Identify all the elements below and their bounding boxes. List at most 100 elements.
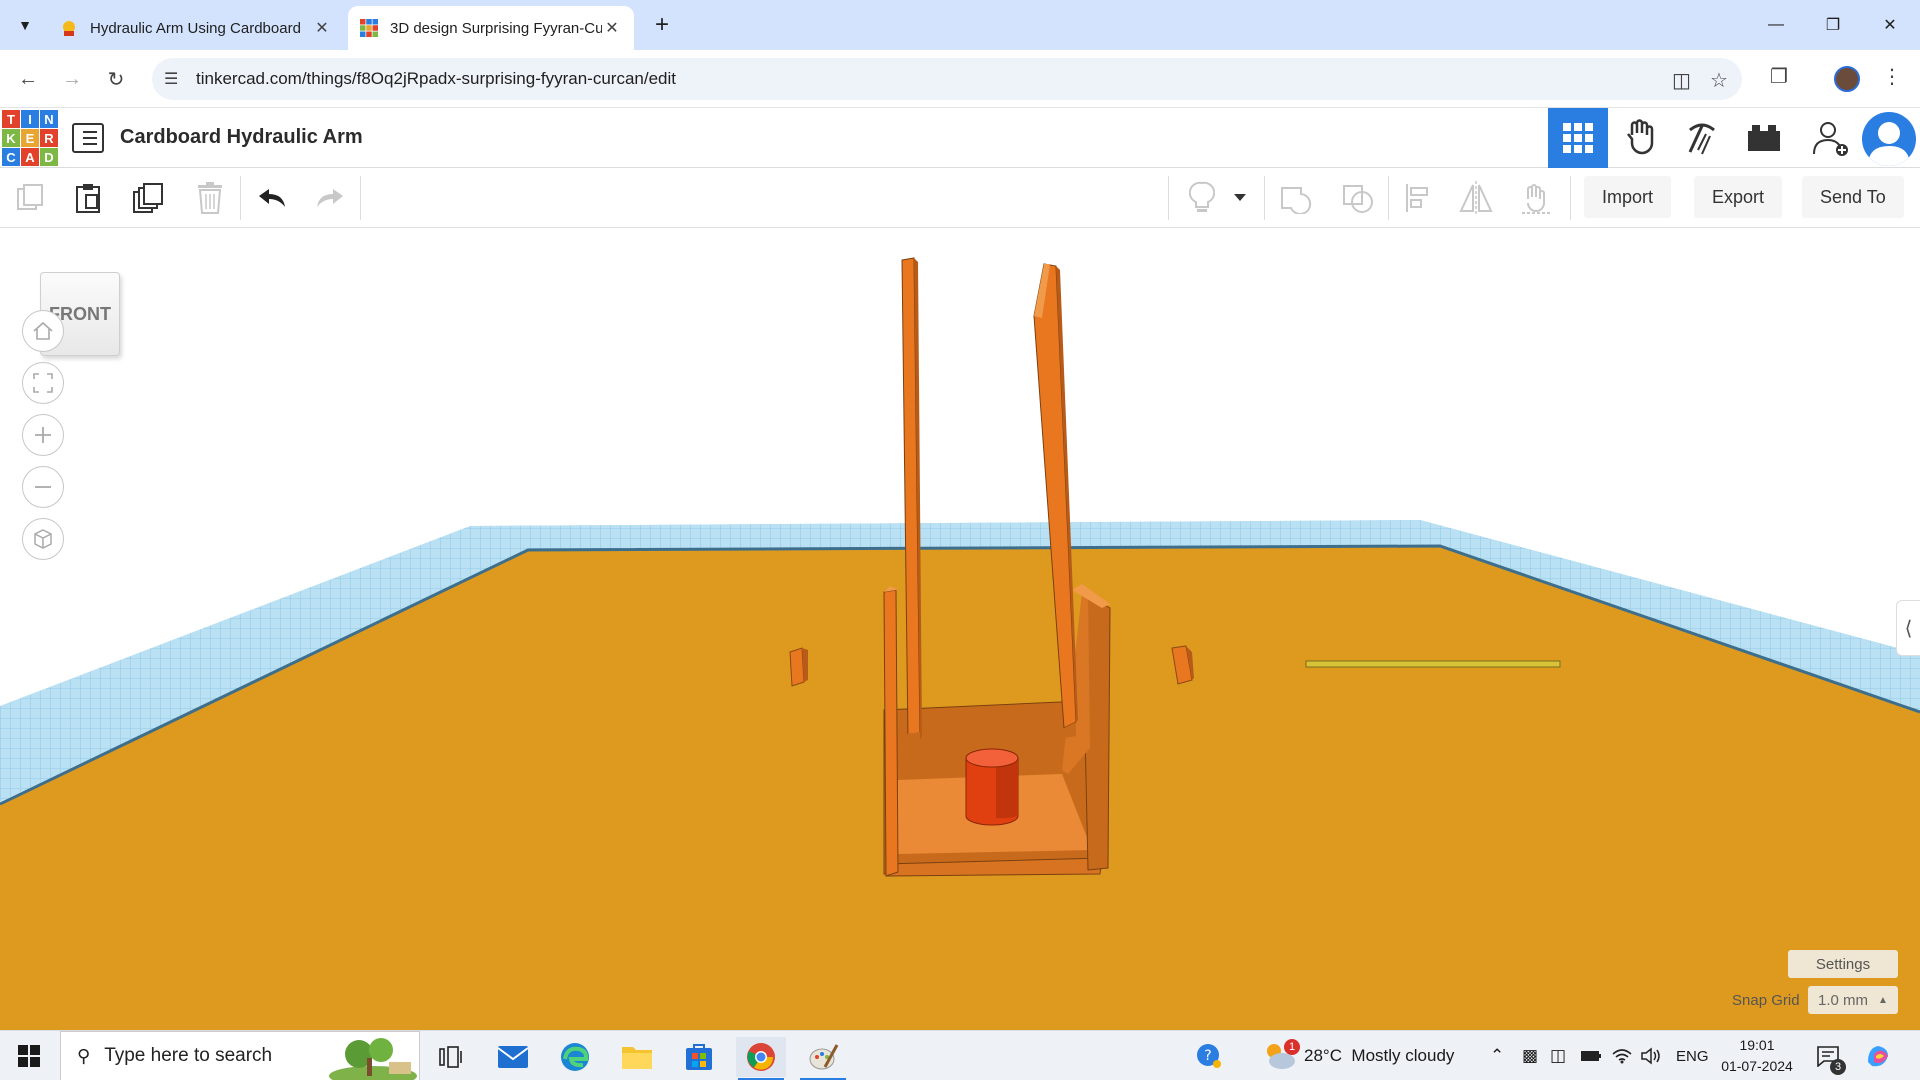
paste-icon[interactable] [70,180,106,216]
perspective-cube-icon[interactable] [22,518,64,560]
design-title[interactable]: Cardboard Hydraulic Arm [120,126,363,149]
volume-icon[interactable] [1640,1031,1662,1080]
scene-canvas[interactable] [0,228,1920,1030]
tab-title: Hydraulic Arm Using Cardboard [90,19,301,37]
brick-icon[interactable] [1734,108,1794,168]
bookmark-star-icon[interactable]: ☆ [1710,68,1728,93]
duplicate-icon[interactable] [130,180,166,216]
small-block-left[interactable] [789,647,808,687]
ungroup-icon[interactable] [1340,180,1376,216]
microsoft-store-icon[interactable] [674,1037,724,1077]
tinkercad-header: T I N K E R C A D Cardboard Hydraulic Ar… [0,108,1920,168]
url-text: tinkercad.com/things/f8Oq2jRpadx-surpris… [196,69,676,88]
logo-letter: C [2,148,20,166]
display-icon[interactable]: ◫ [1550,1031,1566,1080]
reload-icon[interactable]: ↻ [100,63,132,95]
site-info-icon[interactable]: ☰ [164,69,178,89]
meet-now-icon[interactable]: ▩ [1522,1031,1538,1080]
logo-letter: K [2,129,20,147]
wifi-icon[interactable] [1612,1031,1632,1080]
clock-date: 01-07-2024 [1721,1058,1793,1074]
help-icon[interactable]: ? [1196,1031,1222,1080]
notification-count-badge: 3 [1830,1059,1846,1075]
battery-icon[interactable] [1580,1031,1602,1080]
bulb-dropdown-chevron-icon[interactable] [1228,180,1252,216]
extensions-icon[interactable]: ❐ [1770,64,1788,89]
browser-profile-avatar[interactable] [1834,66,1860,92]
notifications-icon[interactable]: 3 [1816,1031,1846,1080]
undo-icon[interactable] [254,180,290,216]
mail-icon[interactable] [488,1037,538,1077]
mirror-icon[interactable] [1458,180,1494,216]
send-to-button[interactable]: Send To [1802,176,1904,218]
weather-alert-badge: 1 [1284,1039,1300,1055]
address-bar[interactable]: ☰ tinkercad.com/things/f8Oq2jRpadx-surpr… [152,58,1742,100]
chrome-icon[interactable] [736,1037,786,1080]
snap-grid-select[interactable]: 1.0 mm ▲ [1808,986,1898,1014]
logo-letter: E [21,129,39,147]
language-indicator[interactable]: ENG [1676,1031,1709,1080]
3d-workplane[interactable]: FRONT ⟨ Settings Snap Grid 1.0 mm ▲ [0,228,1920,1030]
window-close-icon[interactable]: ✕ [1870,8,1910,42]
align-icon[interactable] [1400,180,1436,216]
cruise-hand-icon[interactable] [1518,180,1554,216]
browser-toolbar: ← → ↻ ☰ tinkercad.com/things/f8Oq2jRpadx… [0,50,1920,108]
zoom-in-icon[interactable] [22,414,64,456]
logo-letter: T [2,110,20,128]
instructables-favicon-icon [63,21,75,36]
file-explorer-icon[interactable] [612,1037,662,1077]
delete-icon[interactable] [192,180,228,216]
pickaxe-icon[interactable] [1672,108,1732,168]
fit-view-icon[interactable] [22,362,64,404]
forward-icon[interactable]: → [56,63,88,95]
taskbar-search-box[interactable]: ⚲ Type here to search [60,1031,420,1080]
install-app-icon[interactable]: ◫ [1672,68,1691,93]
show-all-bulb-icon[interactable] [1184,180,1220,216]
restore-icon[interactable]: ❐ [1813,8,1853,42]
copilot-icon[interactable] [1864,1031,1892,1080]
holder-left-wall[interactable] [883,586,899,877]
tab-close-icon[interactable]: ✕ [602,18,622,38]
snap-grid-value: 1.0 mm [1818,991,1869,1009]
snap-grid-caret-icon: ▲ [1878,994,1888,1006]
windows-start-icon[interactable] [18,1045,40,1067]
minimize-icon[interactable]: — [1756,8,1796,42]
redo-icon[interactable] [312,180,348,216]
import-button[interactable]: Import [1584,176,1672,218]
add-user-icon[interactable] [1800,108,1860,168]
taskbar-search-placeholder: Type here to search [104,1045,273,1066]
tab-3d-design[interactable]: 3D design Surprising Fyyran-Cu ✕ [348,6,634,50]
paint-app-icon[interactable] [798,1037,848,1080]
design-menu-icon[interactable] [72,123,104,153]
3d-view-grid-icon[interactable] [1548,108,1608,168]
tab-title: 3D design Surprising Fyyran-Cu [390,19,602,37]
task-view-icon[interactable] [426,1037,476,1077]
user-avatar[interactable] [1862,112,1916,166]
tray-overflow-chevron-icon[interactable]: ⌃ [1490,1031,1504,1080]
home-view-icon[interactable] [22,310,64,352]
snap-grid-label: Snap Grid [1732,992,1800,1009]
zoom-out-icon[interactable] [22,466,64,508]
yellow-rod[interactable] [1305,660,1561,668]
blocks-hand-icon[interactable] [1610,108,1670,168]
settings-button[interactable]: Settings [1788,950,1898,978]
red-cylinder[interactable] [965,748,1019,826]
export-button[interactable]: Export [1694,176,1783,218]
weather-widget[interactable]: 1 28°C Mostly cloudy [1262,1031,1454,1080]
new-tab-button[interactable]: + [648,12,676,40]
tab-search-chevron-icon[interactable]: ▼ [10,10,40,40]
tinkercad-logo[interactable]: T I N K E R C A D [2,110,58,166]
weather-text: 28°C Mostly cloudy [1304,1046,1455,1065]
back-icon[interactable]: ← [12,63,44,95]
clock-time: 19:01 [1739,1037,1775,1053]
panel-collapse-chevron-icon[interactable]: ⟨ [1896,600,1920,656]
edge-icon[interactable] [550,1037,600,1077]
tab-hydraulic-arm[interactable]: Hydraulic Arm Using Cardboard ✕ [48,6,344,50]
svg-text:?: ? [1204,1048,1211,1064]
logo-letter: N [40,110,58,128]
group-icon[interactable] [1278,180,1314,216]
chrome-menu-icon[interactable]: ⋮ [1882,64,1902,89]
copy-icon[interactable] [12,180,48,216]
tab-close-icon[interactable]: ✕ [312,18,332,38]
taskbar-clock[interactable]: 19:01 01-07-2024 [1712,1035,1802,1077]
